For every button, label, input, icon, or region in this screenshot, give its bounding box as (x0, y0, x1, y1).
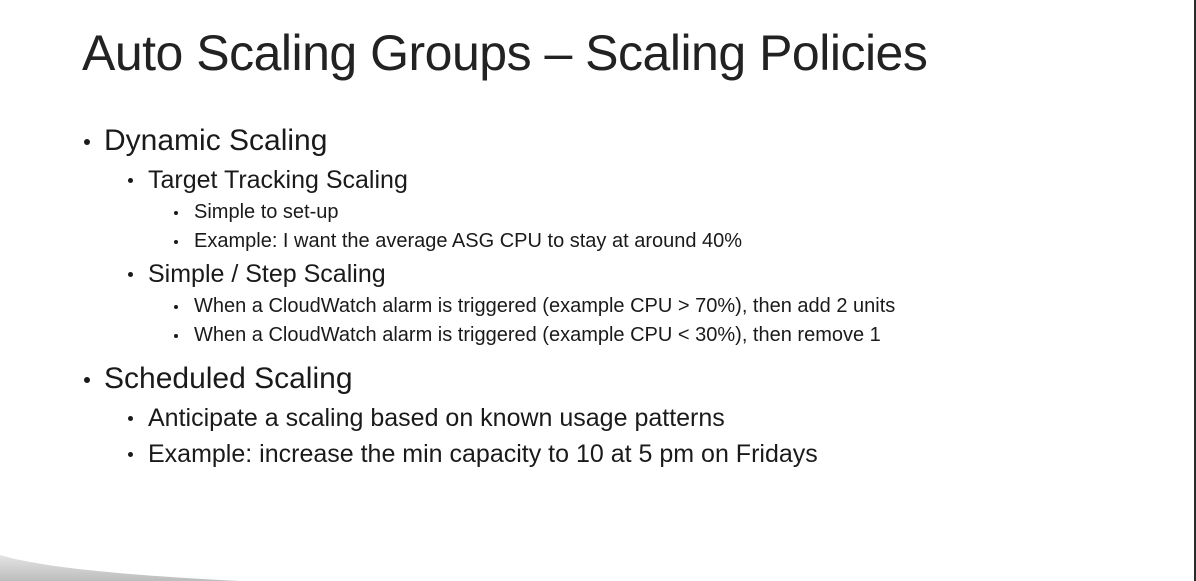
bullet-label: Scheduled Scaling (84, 358, 1174, 400)
list-item: Anticipate a scaling based on known usag… (128, 400, 1174, 436)
bullet-list: Dynamic Scaling Target Tracking Scaling … (84, 120, 1174, 472)
list-item: Example: I want the average ASG CPU to s… (174, 227, 1174, 256)
list-item: When a CloudWatch alarm is triggered (ex… (174, 321, 1174, 350)
bullet-text: Example: I want the average ASG CPU to s… (174, 227, 1174, 256)
bullet-text: When a CloudWatch alarm is triggered (ex… (174, 321, 1174, 350)
sub-sub-bullet-list: When a CloudWatch alarm is triggered (ex… (174, 292, 1174, 350)
page-curl-shadow (0, 555, 240, 581)
bullet-label: Simple / Step Scaling (128, 256, 1174, 292)
slide-title: Auto Scaling Groups – Scaling Policies (82, 25, 928, 81)
slide-content: Dynamic Scaling Target Tracking Scaling … (84, 120, 1174, 472)
bullet-dynamic-scaling: Dynamic Scaling Target Tracking Scaling … (84, 120, 1174, 350)
bullet-text: Simple to set-up (174, 198, 1174, 227)
list-item: Example: increase the min capacity to 10… (128, 436, 1174, 472)
bullet-target-tracking-scaling: Target Tracking Scaling Simple to set-up… (128, 162, 1174, 256)
bullet-label: Dynamic Scaling (84, 120, 1174, 162)
bullet-label: Target Tracking Scaling (128, 162, 1174, 198)
bullet-simple-step-scaling: Simple / Step Scaling When a CloudWatch … (128, 256, 1174, 350)
list-item: Simple to set-up (174, 198, 1174, 227)
sub-bullet-list: Target Tracking Scaling Simple to set-up… (128, 162, 1174, 350)
bullet-scheduled-scaling: Scheduled Scaling Anticipate a scaling b… (84, 358, 1174, 472)
sub-bullet-list: Anticipate a scaling based on known usag… (128, 400, 1174, 472)
slide: Auto Scaling Groups – Scaling Policies D… (0, 0, 1196, 581)
bullet-text: Example: increase the min capacity to 10… (128, 436, 1174, 472)
bullet-text: When a CloudWatch alarm is triggered (ex… (174, 292, 1174, 321)
sub-sub-bullet-list: Simple to set-up Example: I want the ave… (174, 198, 1174, 256)
bullet-text: Anticipate a scaling based on known usag… (128, 400, 1174, 436)
list-item: When a CloudWatch alarm is triggered (ex… (174, 292, 1174, 321)
